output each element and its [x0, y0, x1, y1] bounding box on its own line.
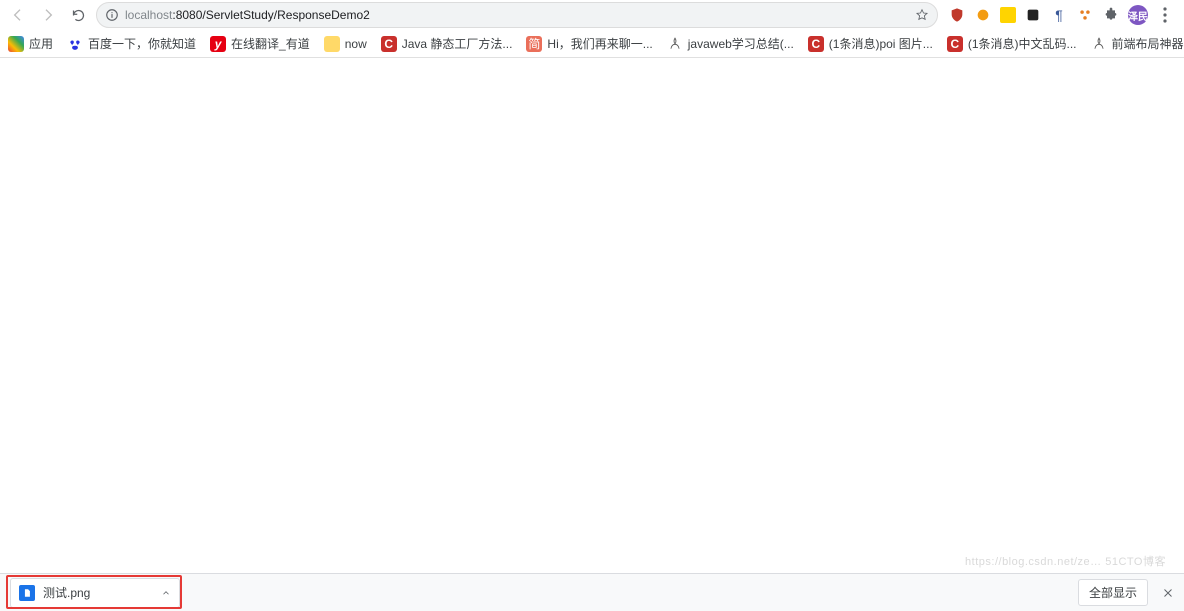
reload-button[interactable]: [66, 3, 90, 27]
ext-shield-icon[interactable]: [948, 6, 966, 24]
chrome-menu-button[interactable]: [1156, 7, 1174, 23]
favicon-baidu-icon: [67, 36, 83, 52]
download-item[interactable]: 测试.png: [10, 578, 180, 608]
ext-yellow-icon[interactable]: [1000, 7, 1016, 23]
bookmark-label: Hi，我们再来聊一...: [547, 35, 652, 52]
bookmark-label: 百度一下，你就知道: [88, 35, 196, 52]
bookmark-item[interactable]: C Java 静态工厂方法...: [381, 35, 513, 52]
download-filename: 测试.png: [43, 584, 90, 601]
watermark-text: https://blog.csdn.net/ze… 51CTO博客: [965, 553, 1166, 569]
apps-shortcut[interactable]: 应用: [8, 35, 53, 52]
bookmark-label: (1条消息)poi 图片...: [829, 35, 933, 52]
extensions-puzzle-icon[interactable]: [1102, 6, 1120, 24]
bookmark-item[interactable]: 前端布局神器displ...: [1091, 35, 1184, 52]
bookmark-label: 前端布局神器displ...: [1112, 35, 1184, 52]
ext-orange-icon[interactable]: [974, 6, 992, 24]
bookmark-star-icon[interactable]: [915, 8, 929, 22]
bookmark-label: now: [345, 37, 367, 51]
profile-avatar[interactable]: 泽民: [1128, 5, 1148, 25]
bookmark-label: javaweb学习总结(...: [688, 35, 794, 52]
apps-icon: [8, 36, 24, 52]
show-all-downloads-button[interactable]: 全部显示: [1078, 579, 1148, 606]
close-shelf-button[interactable]: [1162, 587, 1174, 599]
favicon-jianshu-icon: 简: [526, 36, 542, 52]
chevron-up-icon[interactable]: [161, 588, 171, 598]
ext-dark-icon[interactable]: [1024, 6, 1042, 24]
site-info-icon[interactable]: [105, 8, 119, 22]
bookmark-item[interactable]: 百度一下，你就知道: [67, 35, 196, 52]
ext-pilcrow-icon[interactable]: ¶: [1050, 6, 1068, 24]
favicon-page-icon: [667, 36, 683, 52]
bookmark-label: Java 静态工厂方法...: [402, 35, 513, 52]
bookmark-folder[interactable]: now: [324, 36, 367, 52]
ext-orange2-icon[interactable]: [1076, 6, 1094, 24]
page-content: [0, 58, 1184, 573]
back-button[interactable]: [6, 3, 30, 27]
folder-icon: [324, 36, 340, 52]
favicon-page-icon: [1091, 36, 1107, 52]
bookmark-item[interactable]: C (1条消息)中文乱码...: [947, 35, 1077, 52]
url-text: localhost:8080/ServletStudy/ResponseDemo…: [125, 8, 370, 22]
bookmarks-bar: 应用 百度一下，你就知道 y 在线翻译_有道 now C Java 静态工厂方法…: [0, 30, 1184, 58]
apps-label: 应用: [29, 35, 53, 52]
favicon-csdn-icon: C: [381, 36, 397, 52]
extension-icons: ¶ 泽民: [944, 5, 1178, 25]
favicon-csdn-icon: C: [947, 36, 963, 52]
bookmark-label: 在线翻译_有道: [231, 35, 310, 52]
forward-button[interactable]: [36, 3, 60, 27]
download-shelf-right: 全部显示: [1078, 579, 1174, 606]
favicon-csdn-icon: C: [808, 36, 824, 52]
bookmark-item[interactable]: javaweb学习总结(...: [667, 35, 794, 52]
file-icon: [19, 585, 35, 601]
address-bar[interactable]: localhost:8080/ServletStudy/ResponseDemo…: [96, 2, 938, 28]
download-shelf: 测试.png 全部显示: [0, 573, 1184, 611]
browser-toolbar: localhost:8080/ServletStudy/ResponseDemo…: [0, 0, 1184, 30]
bookmark-item[interactable]: 简 Hi，我们再来聊一...: [526, 35, 652, 52]
bookmark-label: (1条消息)中文乱码...: [968, 35, 1077, 52]
bookmark-item[interactable]: y 在线翻译_有道: [210, 35, 310, 52]
bookmark-item[interactable]: C (1条消息)poi 图片...: [808, 35, 933, 52]
favicon-youdao-icon: y: [210, 36, 226, 52]
